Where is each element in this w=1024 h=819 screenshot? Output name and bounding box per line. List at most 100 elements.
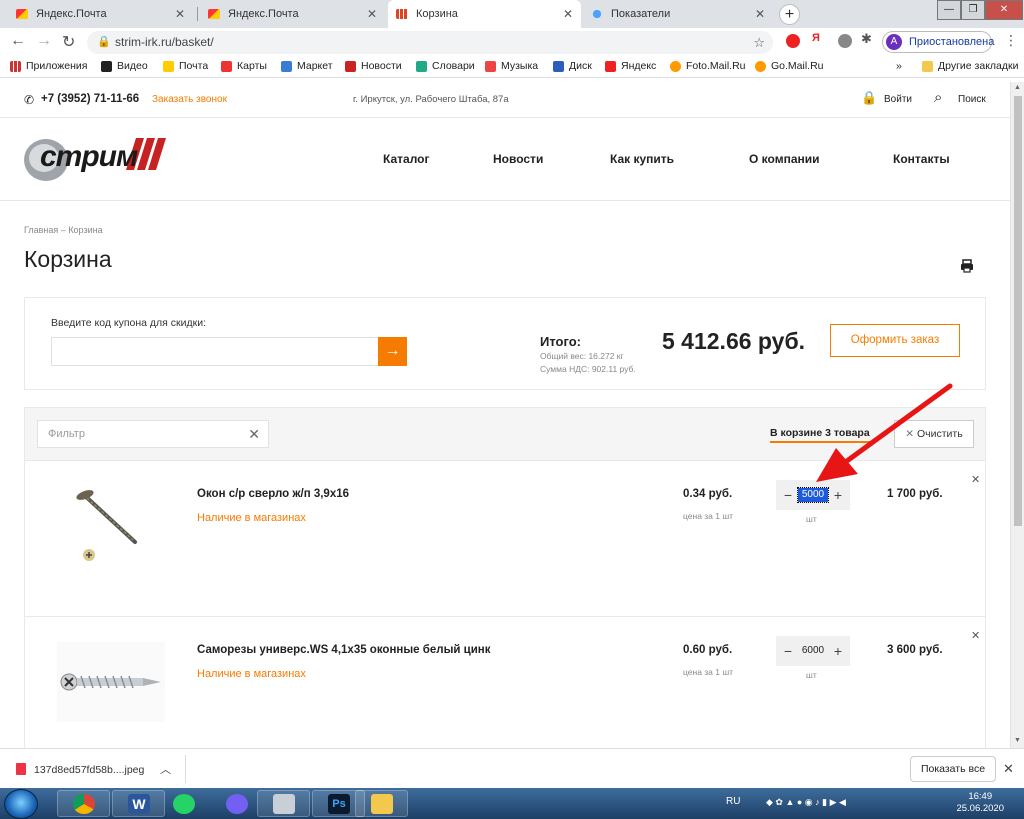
- remove-item-icon[interactable]: ✕: [971, 473, 980, 486]
- minimize-button[interactable]: —: [937, 0, 961, 20]
- basket-item: Саморезы универс.WS 4,1х35 оконные белый…: [25, 616, 985, 748]
- page-scrollbar[interactable]: ▲ ▼: [1010, 82, 1024, 748]
- system-tray: RU ◆ ✿ ▲ ● ◉ ♪ ▮ ▶ ◀ 16:49 25.06.2020: [722, 788, 1024, 819]
- tab-basket[interactable]: Корзина ✕: [388, 0, 581, 28]
- product-name[interactable]: Окон с/р сверло ж/п 3,9х16: [197, 488, 349, 500]
- item-sum: 1 700 руб.: [887, 488, 943, 500]
- product-name[interactable]: Саморезы универс.WS 4,1х35 оконные белый…: [197, 644, 491, 656]
- tab-yandex-mail-1[interactable]: Яндекс.Почта ✕: [8, 0, 193, 28]
- new-tab-button[interactable]: +: [779, 4, 800, 25]
- taskbar-whatsapp[interactable]: [157, 790, 210, 817]
- decrease-button[interactable]: −: [778, 636, 798, 666]
- vat-amount: Сумма НДС: 902.11 руб.: [540, 364, 636, 374]
- word-icon: W: [128, 794, 150, 814]
- breadcrumb-home[interactable]: Главная: [24, 225, 58, 235]
- show-all-downloads-button[interactable]: Показать все: [910, 756, 996, 782]
- tab-indicators[interactable]: Показатели ✕: [583, 0, 773, 28]
- puzzle-icon[interactable]: ✱: [861, 31, 875, 46]
- nav-news[interactable]: Новости: [493, 152, 543, 166]
- address-bar[interactable]: 🔒 strim-irk.ru/basket/ ☆: [87, 31, 773, 54]
- divider: [0, 200, 1010, 201]
- checkout-button[interactable]: Оформить заказ: [830, 324, 960, 357]
- close-tab-icon[interactable]: ✕: [367, 7, 377, 21]
- remove-item-icon[interactable]: ✕: [971, 629, 980, 642]
- increase-button[interactable]: +: [828, 636, 848, 666]
- reload-icon[interactable]: ↻: [62, 32, 75, 52]
- taskbar-chrome[interactable]: [57, 790, 110, 817]
- start-button[interactable]: [4, 789, 38, 819]
- stock-link[interactable]: Наличие в магазинах: [197, 668, 306, 680]
- extension-icon[interactable]: [838, 34, 852, 48]
- bookmark-mail[interactable]: Почта: [163, 60, 208, 72]
- other-bookmarks[interactable]: Другие закладки: [922, 60, 1018, 72]
- bookmarks-more-button[interactable]: »: [896, 60, 902, 72]
- login-link[interactable]: Войти: [884, 94, 912, 105]
- close-download-bar-icon[interactable]: ✕: [1003, 761, 1014, 777]
- close-tab-icon[interactable]: ✕: [755, 7, 765, 21]
- scroll-up-icon[interactable]: ▲: [1014, 84, 1021, 91]
- tab-yandex-mail-2[interactable]: Яндекс.Почта ✕: [200, 0, 385, 28]
- bookmark-disk[interactable]: Диск: [553, 60, 592, 72]
- profile-button[interactable]: A Приостановлена: [882, 31, 994, 53]
- header-phone[interactable]: +7 (3952) 71-11-66: [41, 93, 139, 105]
- taskbar-viber[interactable]: [210, 790, 263, 817]
- maximize-button[interactable]: ❐: [961, 0, 985, 20]
- bookmark-foto-mail[interactable]: Foto.Mail.Ru: [670, 60, 746, 72]
- bookmark-video[interactable]: Видео: [101, 60, 148, 72]
- filter-input[interactable]: Фильтр ✕: [37, 420, 269, 448]
- yandex-extension-icon[interactable]: [786, 34, 800, 48]
- close-tab-icon[interactable]: ✕: [175, 7, 185, 21]
- site-logo[interactable]: стрим: [24, 134, 166, 182]
- scrollbar-thumb[interactable]: [1014, 96, 1022, 526]
- print-icon[interactable]: [960, 259, 974, 273]
- close-tab-icon[interactable]: ✕: [563, 7, 573, 21]
- bookmark-market[interactable]: Маркет: [281, 60, 333, 72]
- bookmark-apps[interactable]: Приложения: [10, 60, 87, 72]
- bookmark-dictionaries[interactable]: Словари: [416, 60, 475, 72]
- chevron-up-icon[interactable]: ︿: [160, 761, 171, 777]
- unit-price-label: цена за 1 шт: [683, 511, 734, 521]
- apps-icon: [10, 60, 21, 72]
- language-indicator[interactable]: RU: [726, 796, 740, 807]
- download-item[interactable]: 137d8ed57fd58b....jpeg: [16, 763, 144, 776]
- back-icon[interactable]: ←: [10, 32, 26, 50]
- bookmark-star-icon[interactable]: ☆: [753, 31, 765, 54]
- quantity-input[interactable]: 5000: [797, 487, 829, 503]
- nav-catalog[interactable]: Каталог: [383, 152, 430, 166]
- menu-icon[interactable]: ⋮: [1004, 32, 1018, 49]
- bookmark-yandex[interactable]: Яндекс: [605, 60, 656, 72]
- quantity-unit: шт: [806, 514, 817, 524]
- url-text: strim-irk.ru/basket/: [115, 35, 214, 49]
- product-image[interactable]: [57, 642, 165, 722]
- yandex-letter-icon[interactable]: Я: [812, 32, 826, 46]
- window-close-button[interactable]: ✕: [985, 0, 1023, 20]
- bookmark-news[interactable]: Новости: [345, 60, 402, 72]
- bookmark-maps[interactable]: Карты: [221, 60, 267, 72]
- product-image[interactable]: [57, 486, 165, 566]
- search-link[interactable]: Поиск: [958, 94, 986, 105]
- nav-about[interactable]: О компании: [749, 152, 820, 166]
- stock-link[interactable]: Наличие в магазинах: [197, 512, 306, 524]
- avatar: A: [886, 34, 902, 50]
- bookmark-go-mail[interactable]: Go.Mail.Ru: [755, 60, 824, 72]
- nav-contacts[interactable]: Контакты: [893, 152, 950, 166]
- clear-filter-icon[interactable]: ✕: [248, 421, 260, 447]
- tray-icons[interactable]: ◆ ✿ ▲ ● ◉ ♪ ▮ ▶ ◀: [766, 797, 846, 808]
- scroll-down-icon[interactable]: ▼: [1014, 737, 1021, 744]
- download-bar: 137d8ed57fd58b....jpeg ︿ Показать все ✕: [0, 748, 1024, 788]
- coupon-apply-button[interactable]: →: [378, 337, 407, 366]
- taskbar-calculator[interactable]: [257, 790, 310, 817]
- forward-icon[interactable]: →: [36, 32, 52, 50]
- callback-link[interactable]: Заказать звонок: [152, 94, 227, 105]
- tab-separator: [197, 7, 198, 21]
- bookmark-music[interactable]: Музыка: [485, 60, 538, 72]
- decrease-button[interactable]: −: [778, 480, 798, 510]
- tab-title: Показатели: [611, 8, 671, 20]
- nav-how-to-buy[interactable]: Как купить: [610, 152, 674, 166]
- system-clock[interactable]: 16:49 25.06.2020: [956, 791, 1004, 815]
- search-icon[interactable]: ⌕: [934, 89, 942, 106]
- whatsapp-icon: [173, 794, 195, 814]
- quantity-input[interactable]: 6000: [798, 644, 828, 658]
- taskbar-explorer[interactable]: [355, 790, 408, 817]
- coupon-input[interactable]: [51, 337, 379, 366]
